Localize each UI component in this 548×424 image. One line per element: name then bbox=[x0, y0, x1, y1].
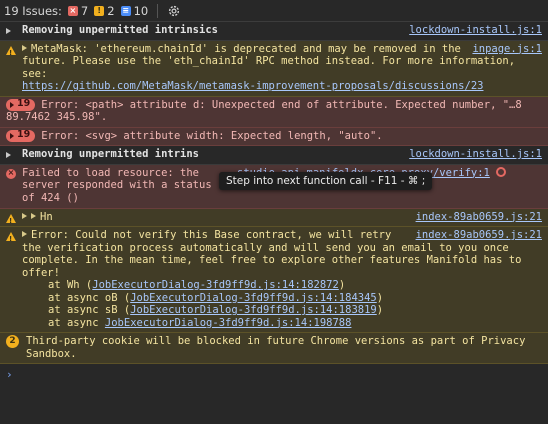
repeat-count: 19 bbox=[17, 129, 31, 141]
message-text: Third-party cookie will be blocked in fu… bbox=[26, 335, 526, 360]
issues-label: 19 Issues: bbox=[4, 3, 62, 18]
expand-triangle-icon[interactable] bbox=[6, 152, 11, 158]
warning-icon bbox=[6, 45, 16, 59]
warning-icon bbox=[6, 232, 16, 246]
stack-frame-link[interactable]: JobExecutorDialog-3fd9ff9d.js:14:182872 bbox=[92, 279, 339, 291]
console-warning-row: inpage.js:1 MetaMask: 'ethereum.chainId'… bbox=[0, 40, 548, 97]
console-warning-row: 2 Third-party cookie will be blocked in … bbox=[0, 333, 548, 364]
toolbar-divider bbox=[157, 3, 159, 18]
source-link[interactable]: lockdown-install.js:1 bbox=[409, 24, 542, 37]
message-text: Failed to load resource: the server resp… bbox=[22, 166, 212, 204]
source-link[interactable]: index-89ab0659.js:21 bbox=[416, 211, 542, 224]
stack-frame: at async sB (JobExecutorDialog-3fd9ff9d.… bbox=[48, 304, 384, 316]
stack-frame: at async JobExecutorDialog-3fd9ff9d.js:1… bbox=[48, 316, 352, 329]
stack-frame-link[interactable]: JobExecutorDialog-3fd9ff9d.js:14:184345 bbox=[130, 292, 377, 304]
info-square-icon: ≡ bbox=[120, 5, 131, 16]
stack-trace: at Wh (JobExecutorDialog-3fd9ff9d.js:14:… bbox=[22, 279, 542, 329]
console-error-row: 19 Error: <path> attribute d: Unexpected … bbox=[0, 96, 548, 128]
console-error-row: 19 Error: <svg> attribute width: Expected… bbox=[0, 127, 548, 146]
message-text: Error: <svg> attribute width: Expected l… bbox=[41, 129, 383, 142]
message-text: Error: <path> attribute d: Unexpected en… bbox=[6, 98, 522, 124]
stack-frame: at Wh (JobExecutorDialog-3fd9ff9d.js:14:… bbox=[48, 279, 346, 291]
console-warning-row: index-89ab0659.js:21 Hn bbox=[0, 208, 548, 227]
warning-count: 2 bbox=[107, 3, 115, 18]
repeat-count: 19 bbox=[17, 98, 31, 110]
prompt-chevron-icon: › bbox=[6, 368, 13, 381]
expand-triangle-icon bbox=[10, 132, 14, 139]
error-square-icon: × bbox=[67, 5, 78, 16]
expand-triangle-icon bbox=[10, 101, 14, 108]
source-link[interactable]: inpage.js:1 bbox=[472, 43, 542, 56]
message-text: Removing unpermitted intrinsics bbox=[22, 24, 218, 36]
repeat-count-badge[interactable]: 19 bbox=[6, 129, 36, 142]
error-icon: × bbox=[6, 168, 16, 179]
reload-icon[interactable] bbox=[495, 166, 506, 177]
expand-triangle-icon[interactable] bbox=[31, 212, 36, 219]
gear-icon[interactable] bbox=[167, 4, 181, 18]
stack-frame-link[interactable]: JobExecutorDialog-3fd9ff9d.js:14:183819 bbox=[130, 304, 377, 316]
expand-triangle-icon[interactable] bbox=[22, 212, 27, 219]
repeat-count-badge: 2 bbox=[6, 335, 19, 348]
console-prompt[interactable]: › bbox=[0, 364, 548, 385]
expand-triangle-icon[interactable] bbox=[22, 231, 27, 237]
console-warning-row: index-89ab0659.js:21 Error: Could not ve… bbox=[0, 227, 548, 333]
warning-square-icon: ! bbox=[94, 5, 105, 16]
source-link[interactable]: index-89ab0659.js:21 bbox=[416, 229, 542, 242]
console-toolbar: 19 Issues: × 7 ! 2 ≡ 10 bbox=[0, 0, 548, 22]
warning-issues-counter[interactable]: ! 2 bbox=[94, 3, 115, 18]
stack-frame: at async oB (JobExecutorDialog-3fd9ff9d.… bbox=[48, 291, 384, 304]
message-link[interactable]: https://github.com/MetaMask/metamask-imp… bbox=[22, 80, 483, 92]
info-count: 10 bbox=[133, 3, 149, 18]
stack-frame-link[interactable]: JobExecutorDialog-3fd9ff9d.js:14:198788 bbox=[105, 317, 352, 329]
console-group-row[interactable]: lockdown-install.js:1 Removing unpermitt… bbox=[0, 22, 548, 41]
error-issues-counter[interactable]: × 7 bbox=[67, 3, 89, 18]
expand-triangle-icon[interactable] bbox=[22, 44, 27, 51]
error-count: 7 bbox=[80, 3, 89, 18]
debugger-tooltip: Step into next function call - F11 - ⌘ ; bbox=[219, 172, 433, 190]
info-issues-counter[interactable]: ≡ 10 bbox=[120, 3, 149, 18]
repeat-count-badge[interactable]: 19 bbox=[6, 98, 36, 111]
console-group-row[interactable]: lockdown-install.js:1 Removing unpermitt… bbox=[0, 146, 548, 165]
message-text: Removing unpermitted intrins bbox=[22, 148, 200, 160]
message-text: MetaMask: 'ethereum.chainId' is deprecat… bbox=[22, 42, 516, 80]
expand-triangle-icon[interactable] bbox=[6, 28, 11, 34]
source-link[interactable]: lockdown-install.js:1 bbox=[409, 148, 542, 161]
warning-icon bbox=[6, 213, 16, 227]
message-text: Hn bbox=[40, 210, 53, 223]
